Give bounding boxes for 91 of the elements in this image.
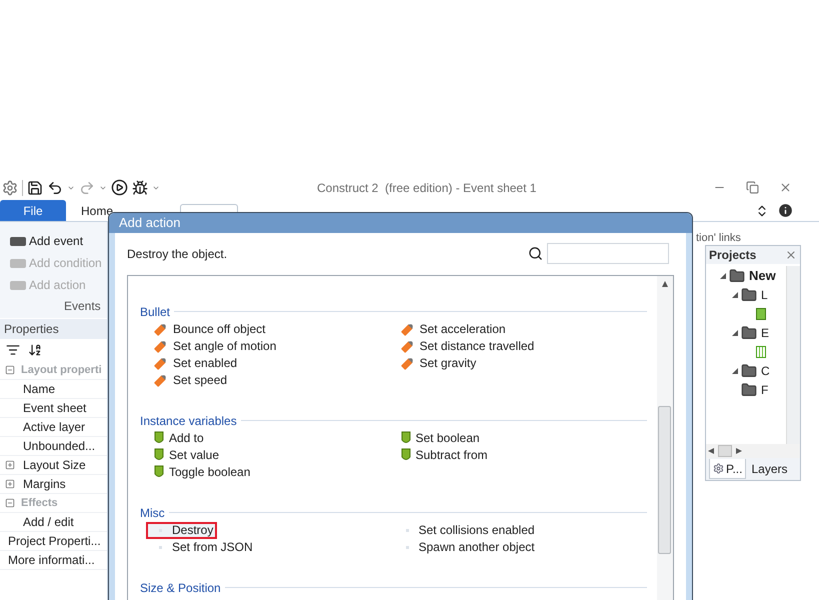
- scrollbar[interactable]: [657, 276, 673, 600]
- action-item[interactable]: Subtract from: [400, 446, 488, 464]
- expander-icon[interactable]: [732, 368, 738, 374]
- scroll-thumb[interactable]: [718, 445, 732, 457]
- expand-icon[interactable]: [5, 460, 15, 470]
- panel-tab[interactable]: Layers: [748, 459, 790, 479]
- collapse-icon[interactable]: [5, 365, 15, 375]
- tree-item[interactable]: E: [761, 324, 770, 342]
- shield-icon: [400, 448, 410, 462]
- tree-item[interactable]: C: [761, 362, 770, 380]
- tree-item[interactable]: New: [749, 266, 776, 286]
- section-heading: Misc: [140, 504, 165, 522]
- info-icon[interactable]: [777, 202, 794, 219]
- property-group: Layout properti: [21, 362, 102, 378]
- gear-icon: [713, 463, 724, 474]
- action-item[interactable]: Set enabled: [154, 354, 238, 372]
- file-tab[interactable]: File: [0, 200, 66, 221]
- expand-icon[interactable]: [5, 479, 15, 489]
- search-icon[interactable]: [528, 246, 543, 261]
- ribbon-tab[interactable]: Home: [81, 200, 114, 221]
- action-item[interactable]: Set angle of motion: [154, 338, 276, 354]
- folder-icon: [741, 362, 757, 378]
- panel-title: Projects: [709, 247, 756, 264]
- section-heading: Bullet: [140, 304, 170, 320]
- action-item[interactable]: Add to: [154, 430, 204, 446]
- panel-header: Properties: [0, 319, 107, 339]
- action-description: Destroy the object.: [127, 246, 228, 262]
- action-item[interactable]: Set speed: [154, 372, 228, 388]
- action-item[interactable]: Spawn another object: [400, 538, 535, 556]
- expander-icon[interactable]: [732, 330, 738, 336]
- action-item[interactable]: Set gravity: [400, 354, 476, 372]
- action-item[interactable]: Set from JSON: [154, 538, 253, 556]
- shield-icon: [400, 431, 410, 445]
- property-name: Event sheet: [23, 400, 86, 417]
- collapse-icon[interactable]: [5, 498, 15, 508]
- sort-az-icon[interactable]: [28, 343, 42, 357]
- tree-item[interactable]: F: [761, 380, 768, 398]
- search-field[interactable]: [547, 243, 669, 264]
- section-heading: Size & Position: [140, 580, 221, 596]
- property-name: More informati...: [8, 552, 95, 569]
- folder-icon: [741, 382, 757, 398]
- tree-item[interactable]: L: [761, 286, 768, 304]
- property-name: Unbounded...: [23, 438, 96, 455]
- action-item[interactable]: Destroy: [146, 522, 218, 538]
- sprite-icon[interactable]: [756, 308, 766, 320]
- link-text: tion' links: [696, 231, 742, 245]
- section-heading: Instance variables: [140, 412, 237, 430]
- ribbon-button[interactable]: Add event: [10, 230, 107, 252]
- save-icon[interactable]: [27, 180, 43, 196]
- scroll-left-icon[interactable]: [708, 448, 714, 454]
- property-group: Effects: [21, 494, 58, 512]
- group-label: Events: [64, 298, 102, 315]
- shield-icon: [154, 431, 164, 445]
- scrollbar[interactable]: [706, 444, 800, 458]
- restore-icon[interactable]: [746, 181, 759, 194]
- action-item[interactable]: Set boolean: [400, 430, 480, 446]
- close-icon[interactable]: [779, 181, 792, 194]
- dialog-title: Add action: [119, 214, 180, 232]
- shield-icon: [154, 465, 164, 479]
- settings-icon[interactable]: [2, 180, 18, 196]
- scroll-up-icon[interactable]: [662, 280, 668, 286]
- shield-icon: [154, 448, 164, 462]
- property-name: Name: [23, 381, 56, 398]
- action-item[interactable]: Set collisions enabled: [400, 522, 535, 538]
- property-name: Layout Size: [23, 457, 86, 474]
- bug-icon[interactable]: [132, 180, 148, 196]
- window-title: Construct 2 (free edition) - Event sheet 1: [317, 180, 536, 196]
- panel-tab[interactable]: P...: [709, 459, 746, 479]
- expander-icon[interactable]: [732, 292, 738, 298]
- property-name: Active layer: [23, 419, 86, 436]
- folder-icon: [741, 286, 757, 302]
- close-icon[interactable]: [785, 249, 797, 261]
- undo-icon[interactable]: [47, 180, 63, 196]
- bullet-icon: [154, 373, 168, 387]
- scroll-right-icon[interactable]: [736, 448, 742, 454]
- property-name: Margins: [23, 476, 66, 493]
- action-item[interactable]: Toggle boolean: [154, 464, 250, 480]
- action-item[interactable]: Set value: [154, 446, 220, 464]
- action-item[interactable]: Set distance travelled: [400, 338, 534, 354]
- action-item[interactable]: Set acceleration: [400, 320, 506, 338]
- scrollbar[interactable]: [786, 266, 800, 444]
- property-name: Project Properti...: [8, 533, 101, 550]
- sheet-icon[interactable]: [756, 346, 766, 358]
- folder-icon: [741, 324, 757, 340]
- bullet-icon: [154, 339, 168, 353]
- expander-icon[interactable]: [720, 272, 726, 278]
- play-icon[interactable]: [111, 179, 128, 196]
- action-item[interactable]: Bounce off object: [154, 320, 266, 338]
- property-name: Add / edit: [23, 514, 74, 531]
- folder-icon: [729, 268, 745, 284]
- bullet-icon: [154, 356, 168, 370]
